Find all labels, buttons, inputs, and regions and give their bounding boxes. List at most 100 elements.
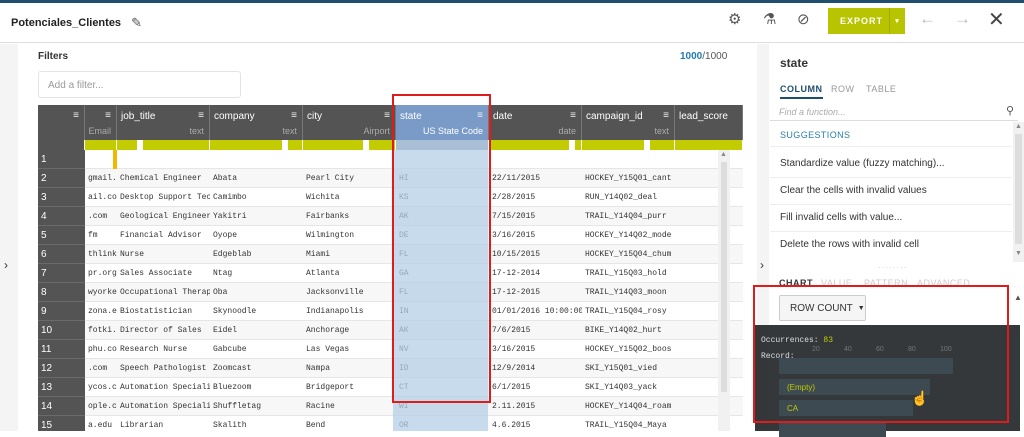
table-cell-email[interactable]: wyorker xyxy=(85,283,117,302)
table-cell-date[interactable]: 7/15/2015 xyxy=(489,207,582,226)
table-cell-date[interactable]: 3/16/2015 xyxy=(489,340,582,359)
table-row[interactable]: 2gmail.cChemical EngineerAbataPearl City… xyxy=(38,169,743,188)
tab-column[interactable]: COLUMN xyxy=(780,84,823,99)
table-cell-campaign[interactable] xyxy=(582,150,675,169)
table-cell-job[interactable]: Nurse xyxy=(117,245,210,264)
table-cell-job[interactable] xyxy=(117,150,210,169)
row-number[interactable]: 14 xyxy=(38,397,85,416)
table-cell-email[interactable]: thlink.c xyxy=(85,245,117,264)
column-header-email[interactable]: ≡ Email xyxy=(85,105,117,140)
suggestion-delete-rows[interactable]: Delete the rows with invalid cell xyxy=(780,239,919,250)
table-cell-city[interactable]: Miami xyxy=(303,245,396,264)
table-cell-campaign[interactable]: TRAIL_Y15Q03_hold xyxy=(582,264,675,283)
table-cell-email[interactable]: ycos.com xyxy=(85,378,117,397)
scroll-up-icon[interactable]: ▲ xyxy=(1015,123,1022,130)
table-cell-campaign[interactable]: HOCKEY_Y14Q02_mode xyxy=(582,226,675,245)
column-header-campaign-id[interactable]: campaign_id ≡ text xyxy=(582,105,675,140)
table-cell-city[interactable]: Anchorage xyxy=(303,321,396,340)
suggestions-scrollbar[interactable]: ▲ ▼ xyxy=(1013,122,1024,262)
row-number[interactable]: 9 xyxy=(38,302,85,321)
pencil-icon[interactable]: ✎ xyxy=(131,15,142,31)
table-cell-date[interactable]: 17-12-2015 xyxy=(489,283,582,302)
table-cell-email[interactable]: fotki.c xyxy=(85,321,117,340)
column-header-date[interactable]: date ≡ date xyxy=(489,105,582,140)
table-cell-email[interactable]: ople.cor xyxy=(85,397,117,416)
table-cell-job[interactable]: Desktop Support Techn xyxy=(117,188,210,207)
table-cell-campaign[interactable]: TRAIL_Y14Q03_moon xyxy=(582,283,675,302)
resize-handle[interactable]: ········ xyxy=(878,263,907,272)
table-cell-campaign[interactable]: TRAIL_Y14Q04_purr xyxy=(582,207,675,226)
table-cell-date[interactable]: 10/15/2015 xyxy=(489,245,582,264)
table-cell-city[interactable]: Nampa xyxy=(303,359,396,378)
suggestion-clear-invalid[interactable]: Clear the cells with invalid values xyxy=(780,185,927,196)
table-cell-job[interactable]: Librarian xyxy=(117,416,210,431)
column-header-job-title[interactable]: job_title ≡ text xyxy=(117,105,210,140)
menu-icon[interactable]: ≡ xyxy=(384,110,390,121)
tab-chart[interactable]: CHART xyxy=(779,278,813,288)
table-cell-email[interactable]: phu.com xyxy=(85,340,117,359)
table-cell-company[interactable]: Eidel xyxy=(210,321,303,340)
close-icon[interactable]: ✕ xyxy=(988,7,1005,32)
table-cell-company[interactable]: Bluezoom xyxy=(210,378,303,397)
grid-scrollbar[interactable]: ▲ xyxy=(718,150,730,431)
table-cell-city[interactable]: Atlanta xyxy=(303,264,396,283)
row-number[interactable]: 1 xyxy=(38,150,85,169)
filter-input[interactable]: Add a filter... xyxy=(38,71,241,98)
table-cell-city[interactable]: Racine xyxy=(303,397,396,416)
chart-bar[interactable] xyxy=(779,358,953,374)
table-cell-campaign[interactable]: RUN_Y14Q02_deal xyxy=(582,188,675,207)
menu-icon[interactable]: ≡ xyxy=(198,110,204,121)
row-number[interactable]: 5 xyxy=(38,226,85,245)
row-count-dropdown[interactable]: ROW COUNT ▼ xyxy=(779,295,866,321)
table-cell-city[interactable]: Bridgeport xyxy=(303,378,396,397)
table-cell-date[interactable]: 22/11/2015 xyxy=(489,169,582,188)
chart-bar[interactable] xyxy=(779,421,886,437)
chart-bar[interactable] xyxy=(779,400,913,416)
table-cell-campaign[interactable]: SKI_Y15Q01_vied xyxy=(582,359,675,378)
tab-row[interactable]: ROW xyxy=(831,84,855,94)
table-cell-job[interactable]: Geological Engineer xyxy=(117,207,210,226)
row-number[interactable]: 8 xyxy=(38,283,85,302)
table-cell-date[interactable] xyxy=(489,150,582,169)
arrow-right-icon[interactable]: → xyxy=(954,9,971,29)
table-cell-job[interactable]: Chemical Engineer xyxy=(117,169,210,188)
table-cell-company[interactable]: Zoomcast xyxy=(210,359,303,378)
table-cell-email[interactable]: zona.edu xyxy=(85,302,117,321)
menu-icon[interactable]: ≡ xyxy=(663,110,669,121)
row-number[interactable]: 10 xyxy=(38,321,85,340)
table-cell-job[interactable]: Automation Specialis xyxy=(117,378,210,397)
dataset-name[interactable]: Potenciales_Clientes xyxy=(11,17,121,29)
suggestion-fill-invalid[interactable]: Fill invalid cells with value... xyxy=(780,212,902,223)
table-row[interactable]: 15a.eduLibrarianSkalithBendOR4.6.2015TRA… xyxy=(38,416,743,431)
menu-icon[interactable]: ≡ xyxy=(291,110,297,121)
row-number[interactable]: 11 xyxy=(38,340,85,359)
table-cell-job[interactable]: Automation Specialis xyxy=(117,397,210,416)
table-cell-email[interactable]: gmail.c xyxy=(85,169,117,188)
table-cell-company[interactable]: Gabcube xyxy=(210,340,303,359)
table-row[interactable]: 10fotki.cDirector of SalesEidelAnchorage… xyxy=(38,321,743,340)
table-cell-company[interactable] xyxy=(210,150,303,169)
function-search-input[interactable]: Find a function... xyxy=(770,104,1018,121)
table-cell-date[interactable]: 4.6.2015 xyxy=(489,416,582,431)
table-cell-company[interactable]: Shuffletag xyxy=(210,397,303,416)
scroll-up-icon[interactable]: ▲ xyxy=(720,151,727,158)
table-cell-city[interactable] xyxy=(303,150,396,169)
column-header-lead-score[interactable]: lead_score xyxy=(675,105,743,140)
left-collapse-gutter[interactable] xyxy=(0,44,18,431)
menu-icon[interactable]: ≡ xyxy=(477,110,483,121)
scroll-down-icon[interactable]: ▼ xyxy=(1015,250,1022,257)
table-cell-campaign[interactable]: SKI_Y14Q03_yack xyxy=(582,378,675,397)
menu-icon[interactable]: ≡ xyxy=(570,110,576,121)
table-cell-job[interactable]: Financial Advisor xyxy=(117,226,210,245)
column-header-city[interactable]: city ≡ Airport xyxy=(303,105,396,140)
table-cell-job[interactable]: Director of Sales xyxy=(117,321,210,340)
row-number[interactable]: 3 xyxy=(38,188,85,207)
row-number[interactable]: 7 xyxy=(38,264,85,283)
row-number[interactable]: 2 xyxy=(38,169,85,188)
flask-icon[interactable]: ⚗ xyxy=(763,10,776,28)
table-cell-email[interactable]: .com xyxy=(85,207,117,226)
chevron-right-icon[interactable]: › xyxy=(4,258,8,272)
suggestions-scrollbar-thumb[interactable] xyxy=(1015,134,1022,244)
table-cell-job[interactable]: Speech Pathologist xyxy=(117,359,210,378)
table-cell-company[interactable]: Camimbo xyxy=(210,188,303,207)
